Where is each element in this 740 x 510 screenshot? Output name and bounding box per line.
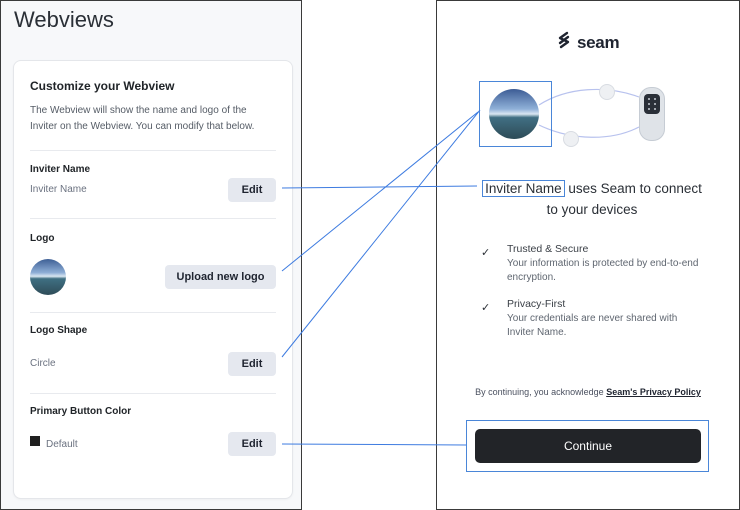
edit-inviter-name-button[interactable]: Edit [228,178,276,202]
divider [30,312,276,313]
card-title: Customize your Webview [30,79,175,93]
continue-button[interactable]: Continue [475,429,701,463]
logo-shape-value: Circle [30,358,56,369]
webviews-settings-panel: Webviews Customize your Webview The Webv… [0,0,302,510]
inviter-name-value: Inviter Name [30,184,87,195]
customize-webview-card: Customize your Webview The Webview will … [13,60,293,499]
headline-text: uses Seam to connect to your devices [546,181,702,217]
logo-shape-label: Logo Shape [30,325,88,336]
upload-logo-button[interactable]: Upload new logo [165,265,276,289]
divider [30,150,276,151]
divider [30,218,276,219]
primary-button-color-label: Primary Button Color [30,406,132,417]
check-icon: ✓ [481,247,491,259]
privacy-policy-link[interactable]: Seam's Privacy Policy [606,387,701,397]
divider [30,393,276,394]
connection-node [563,131,579,147]
check-icon: ✓ [481,302,491,314]
feature-description: Your information is protected by end-to-… [507,258,699,283]
edit-logo-shape-button[interactable]: Edit [228,352,276,376]
headline: Inviter Name uses Seam to connect to you… [477,178,707,220]
card-description: The Webview will show the name and logo … [30,105,255,132]
webview-preview-panel: seam Inviter Name uses Seam to connect t… [436,0,740,510]
consent-prefix: By continuing, you acknowledge [475,387,607,397]
inviter-name-label: Inviter Name [30,164,91,175]
logo-label: Logo [30,233,55,244]
edit-primary-color-button[interactable]: Edit [228,432,276,456]
connection-node [599,84,615,100]
smart-lock-icon [639,87,665,141]
page-title: Webviews [14,7,114,32]
primary-color-value: Default [46,439,78,450]
logo-preview-image [30,259,66,295]
feature-title: Trusted & Secure [507,243,589,255]
consent-text: By continuing, you acknowledge Seam's Pr… [467,386,709,399]
feature-description: Your credentials are never shared with I… [507,313,678,338]
logo-highlight-box [479,81,552,147]
inviter-name-highlight: Inviter Name [482,180,565,197]
color-swatch [30,436,40,446]
feature-title: Privacy-First [507,298,566,310]
